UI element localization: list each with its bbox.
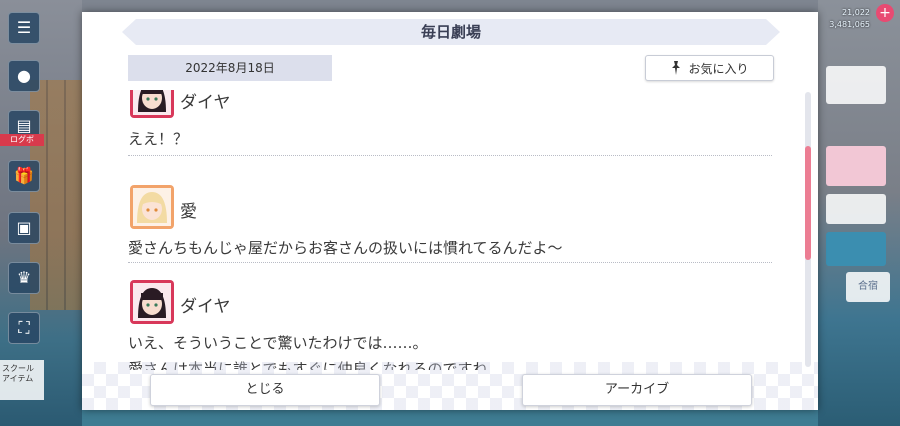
dia-avatar-icon [130,280,174,324]
message-text: いえ、そういうことで驚いたわけでは……。 [128,334,428,352]
speaker-name: 愛 [180,202,197,222]
resource-count-1: 21,022 [842,8,870,17]
bg-tile-4 [826,232,886,266]
gift-icon[interactable]: 🎁 [8,160,40,192]
camp-tile[interactable]: 合宿 [846,272,890,302]
dialog-header: 毎日劇場 [122,19,780,45]
screen-icon[interactable]: ▣ [8,212,40,244]
add-resource-button[interactable]: + [876,4,894,22]
ai-avatar-icon [130,185,174,229]
speaker-name: ダイヤ [180,297,231,317]
trophy-icon[interactable]: ♛ [8,262,40,294]
speaker-name: ダイヤ [180,93,231,113]
bg-tile-1 [826,66,886,104]
chat-scrollbar[interactable] [805,92,811,367]
chat-icon[interactable]: ● [8,60,40,92]
menu-icon[interactable]: ☰ [8,12,40,44]
favorite-label: お気に入り [688,61,749,76]
scrollbar-thumb[interactable] [805,146,811,260]
pin-icon [672,61,681,75]
dialog-title: 毎日劇場 [420,23,481,41]
close-button[interactable]: とじる [150,374,380,406]
dia-avatar-icon [130,90,174,118]
favorite-button[interactable]: お気に入り [645,55,774,81]
bg-tile-2 [826,146,886,186]
date-label: 2022年8月18日 [128,55,332,81]
resource-count-2: 3,481,065 [829,20,870,29]
message-text: ええ！？ [128,130,189,148]
message-divider [128,155,772,156]
chat-log[interactable]: ダイヤ ええ！？ 愛 愛さんちもんじゃ屋だからお客さんの扱いには慣れてるんだよ〜 [128,90,772,370]
daily-theater-dialog: 毎日劇場 2022年8月18日 お気に入り ダイヤ ええ！？ 愛 愛さんちもんじ… [82,12,818,410]
archive-button[interactable]: アーカイブ [522,374,752,406]
message-divider [128,262,772,263]
login-bonus-badge[interactable]: ログボ [0,134,44,146]
fullscreen-icon[interactable]: ⛶ [8,312,40,344]
message-text: 愛さんちもんじゃ屋だからお客さんの扱いには慣れてるんだよ〜 [128,239,563,257]
bg-tile-3 [826,194,886,224]
school-item-label[interactable]: スクール アイテム [0,360,44,400]
